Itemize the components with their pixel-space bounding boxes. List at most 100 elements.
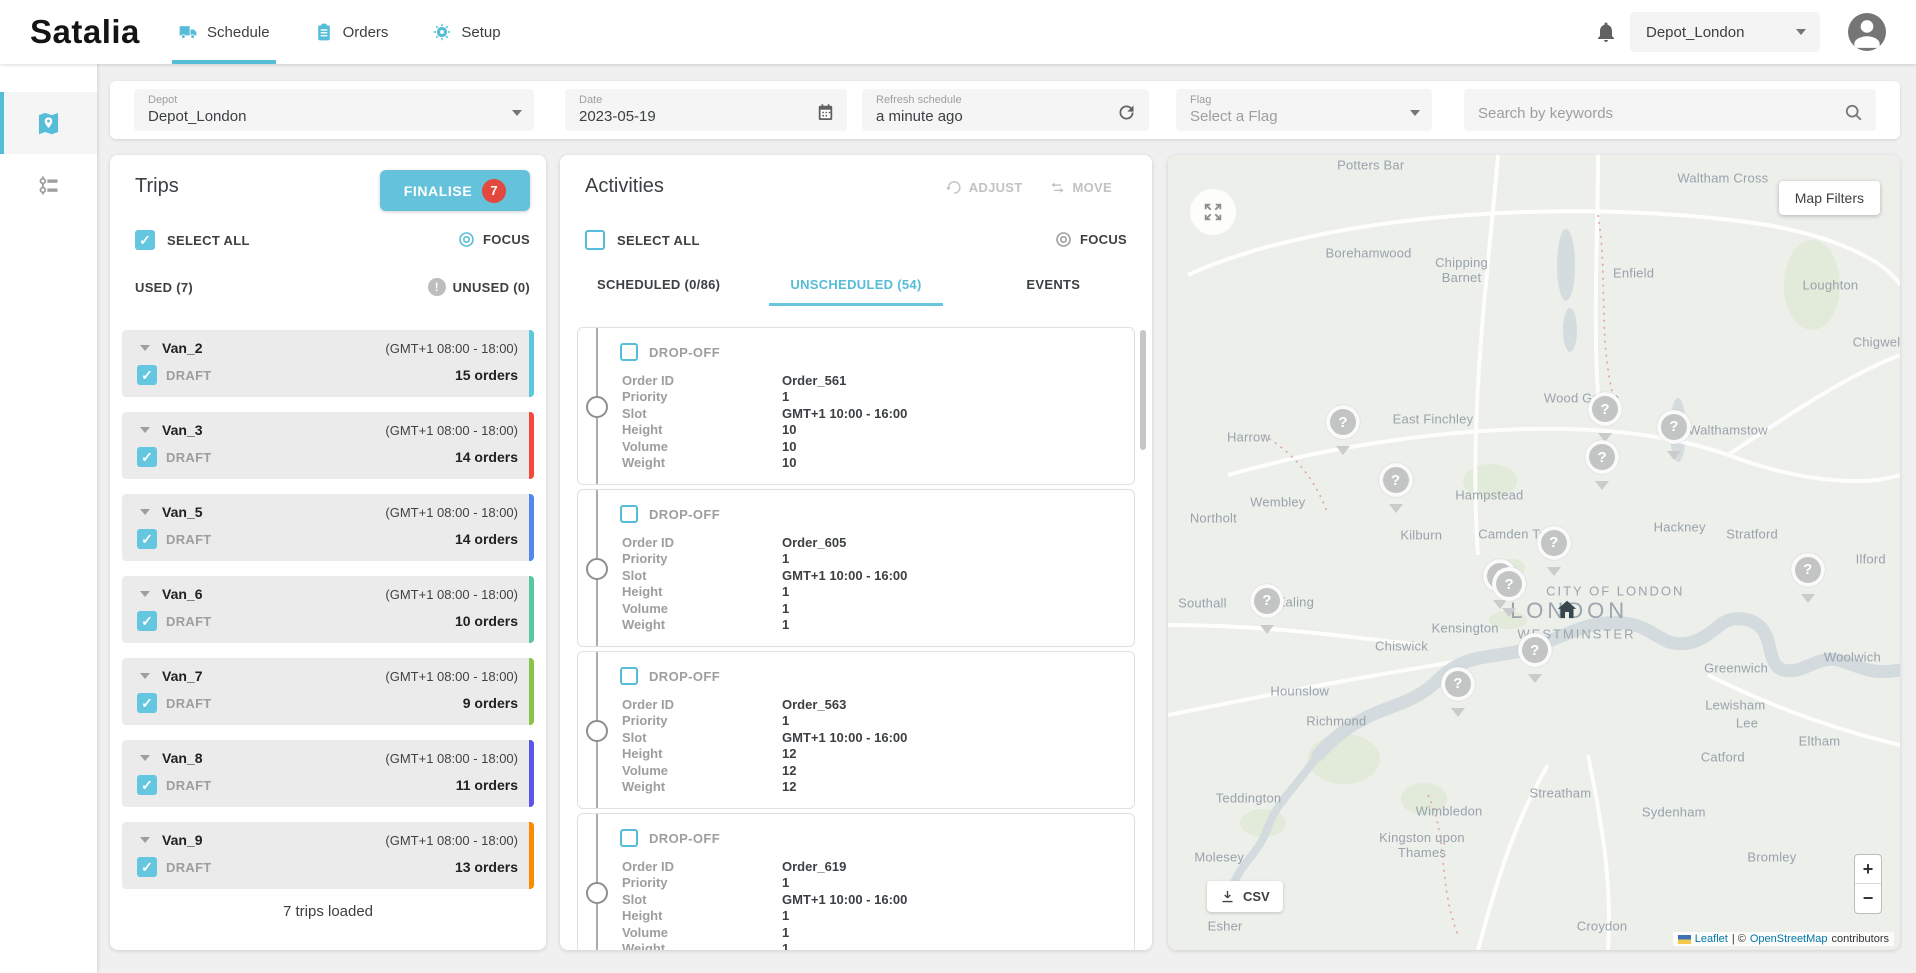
activity-checkbox[interactable] <box>620 667 638 685</box>
trip-checkbox[interactable]: ✓ <box>137 529 157 549</box>
trips-select-all-label: SELECT ALL <box>167 233 250 248</box>
left-sidebar <box>0 64 97 973</box>
map-place-label: Greenwich <box>1704 660 1768 675</box>
field-value: Order_561 <box>782 373 846 388</box>
tab-unscheduled[interactable]: UNSCHEDULED (54) <box>757 267 954 306</box>
trip-checkbox[interactable]: ✓ <box>137 693 157 713</box>
activity-type: DROP-OFF <box>649 669 720 684</box>
field-label: Volume <box>622 439 782 454</box>
refresh-icon[interactable] <box>1116 102 1137 123</box>
map-place-label: Catford <box>1701 749 1745 764</box>
field-value: 1 <box>782 941 789 950</box>
depot-home-marker[interactable] <box>1554 597 1580 623</box>
map-expand-button[interactable] <box>1190 189 1236 235</box>
chevron-down-icon[interactable] <box>140 509 150 515</box>
tab-events[interactable]: EVENTS <box>955 267 1152 306</box>
activity-card[interactable]: DROP-OFFOrder IDOrder_561Priority1SlotGM… <box>577 327 1135 485</box>
trip-card[interactable]: Van_2(GMT+1 08:00 - 18:00)✓DRAFT15 order… <box>122 330 534 397</box>
zoom-out-button[interactable]: − <box>1855 884 1881 913</box>
adjust-button[interactable]: ADJUST <box>945 179 1023 196</box>
chevron-down-icon[interactable] <box>140 673 150 679</box>
nav-tab-setup[interactable]: Setup <box>432 0 500 64</box>
user-avatar[interactable] <box>1848 13 1886 51</box>
expand-icon <box>1202 201 1224 223</box>
map-unassigned-marker[interactable]: ? <box>1791 553 1825 587</box>
trip-card[interactable]: Van_8(GMT+1 08:00 - 18:00)✓DRAFT11 order… <box>122 740 534 807</box>
search-field[interactable]: Search by keywords <box>1464 89 1876 131</box>
chevron-down-icon[interactable] <box>140 345 150 351</box>
map-unassigned-marker[interactable]: ? <box>1250 584 1284 618</box>
trip-card[interactable]: Van_7(GMT+1 08:00 - 18:00)✓DRAFT9 orders <box>122 658 534 725</box>
activity-type: DROP-OFF <box>649 831 720 846</box>
chevron-down-icon[interactable] <box>140 755 150 761</box>
activities-focus-button[interactable]: FOCUS <box>1054 230 1127 249</box>
activity-checkbox[interactable] <box>620 505 638 523</box>
leaflet-link[interactable]: Leaflet <box>1695 933 1728 945</box>
notifications-bell-icon[interactable] <box>1594 20 1618 44</box>
trip-checkbox[interactable]: ✓ <box>137 857 157 877</box>
trip-card[interactable]: Van_3(GMT+1 08:00 - 18:00)✓DRAFT14 order… <box>122 412 534 479</box>
flag-filter[interactable]: FlagSelect a Flag <box>1176 89 1432 131</box>
refresh-schedule[interactable]: Refresh schedulea minute ago <box>862 89 1149 131</box>
activity-card[interactable]: DROP-OFFOrder IDOrder_619Priority1SlotGM… <box>577 813 1135 950</box>
move-button[interactable]: MOVE <box>1049 179 1112 196</box>
map-unassigned-marker[interactable]: ? <box>1441 667 1475 701</box>
used-count: USED (7) <box>135 280 193 295</box>
depot-filter[interactable]: DepotDepot_London <box>134 89 534 131</box>
depot-switcher[interactable]: Depot_London <box>1630 12 1820 52</box>
nav-tab-schedule[interactable]: Schedule <box>178 0 270 64</box>
map-unassigned-marker[interactable]: ? <box>1326 405 1360 439</box>
trips-focus-button[interactable]: FOCUS <box>457 230 530 249</box>
activity-card[interactable]: DROP-OFFOrder IDOrder_563Priority1SlotGM… <box>577 651 1135 809</box>
trip-checkbox[interactable]: ✓ <box>137 775 157 795</box>
nav-tab-orders[interactable]: Orders <box>314 0 389 64</box>
timeline-stop-dot <box>586 396 608 418</box>
map-zoom-control: + − <box>1854 854 1882 914</box>
tab-scheduled[interactable]: SCHEDULED (0/86) <box>560 267 757 306</box>
activity-checkbox[interactable] <box>620 343 638 361</box>
trip-checkbox[interactable]: ✓ <box>137 365 157 385</box>
map-place-label: Richmond <box>1306 714 1366 729</box>
chevron-down-icon[interactable] <box>140 591 150 597</box>
sidebar-item-map-view[interactable] <box>0 92 97 154</box>
map-unassigned-marker[interactable]: ? <box>1657 410 1691 444</box>
chevron-down-icon[interactable] <box>140 837 150 843</box>
map-filters-button[interactable]: Map Filters <box>1779 181 1880 215</box>
map-place-label: Walthamstow <box>1688 423 1768 438</box>
chevron-down-icon[interactable] <box>140 427 150 433</box>
date-filter[interactable]: Date2023-05-19 <box>565 89 847 131</box>
trip-card[interactable]: Van_6(GMT+1 08:00 - 18:00)✓DRAFT10 order… <box>122 576 534 643</box>
map-unassigned-marker[interactable]: ? <box>1518 633 1552 667</box>
map-unassigned-marker[interactable]: ? <box>1537 526 1571 560</box>
osm-link[interactable]: OpenStreetMap <box>1750 933 1828 945</box>
map-unassigned-marker[interactable]: ? <box>1492 567 1526 601</box>
nav-tab-label: Setup <box>461 24 500 41</box>
zoom-in-button[interactable]: + <box>1855 855 1881 884</box>
map-place-label: Eltham <box>1799 733 1841 748</box>
field-label: Weight <box>622 455 782 470</box>
activities-scrollbar[interactable] <box>1140 330 1146 450</box>
map-unassigned-marker[interactable]: ? <box>1379 463 1413 497</box>
search-icon[interactable] <box>1843 102 1864 123</box>
map-unassigned-marker[interactable]: ? <box>1585 440 1619 474</box>
trips-select-all-checkbox[interactable]: ✓ <box>135 230 155 250</box>
activity-checkbox[interactable] <box>620 829 638 847</box>
trip-time-window: (GMT+1 08:00 - 18:00) <box>385 587 518 602</box>
activity-card[interactable]: DROP-OFFOrder IDOrder_605Priority1SlotGM… <box>577 489 1135 647</box>
trip-card[interactable]: Van_9(GMT+1 08:00 - 18:00)✓DRAFT13 order… <box>122 822 534 889</box>
person-icon <box>1848 13 1886 51</box>
app-root: Satalia Schedule Orders Setup Depot_Lond… <box>0 0 1916 973</box>
map-place-label: Teddington <box>1216 791 1282 806</box>
sidebar-item-timeline-view[interactable] <box>0 154 97 216</box>
trip-status: DRAFT <box>166 450 455 465</box>
trip-card[interactable]: Van_5(GMT+1 08:00 - 18:00)✓DRAFT14 order… <box>122 494 534 561</box>
trip-order-count: 14 orders <box>455 531 518 547</box>
trip-checkbox[interactable]: ✓ <box>137 611 157 631</box>
activities-select-all-checkbox[interactable] <box>585 230 605 250</box>
map-panel[interactable]: Potters BarWaltham CrossBorehamwoodChipp… <box>1168 155 1900 950</box>
finalise-button[interactable]: FINALISE 7 <box>380 170 530 211</box>
map-unassigned-marker[interactable]: ? <box>1588 392 1622 426</box>
map-place-label: Wimbledon <box>1416 803 1483 818</box>
csv-export-button[interactable]: CSV <box>1207 881 1283 912</box>
trip-checkbox[interactable]: ✓ <box>137 447 157 467</box>
